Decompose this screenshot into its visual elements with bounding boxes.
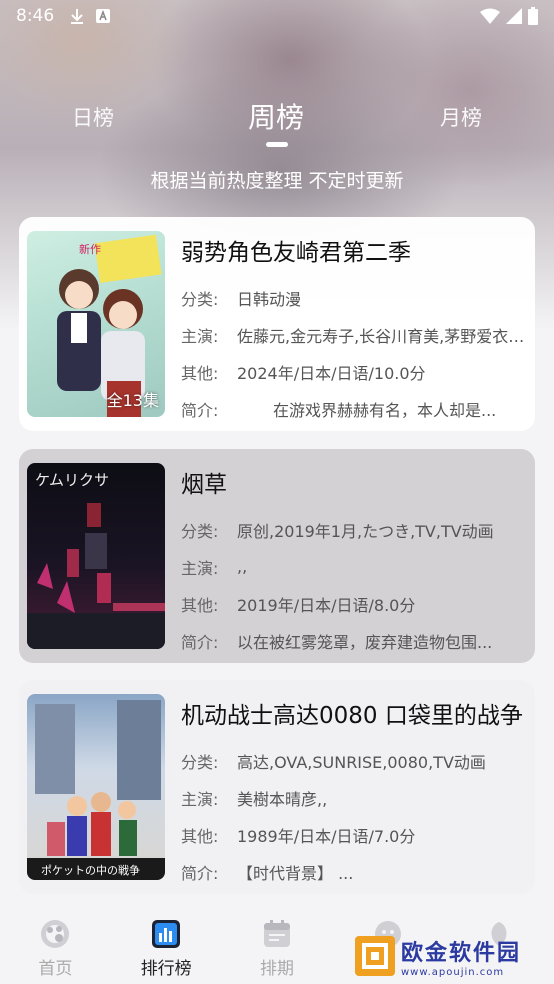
calendar-icon (263, 920, 290, 947)
category-label: 分类: (181, 752, 219, 772)
poster-art: ケムリクサ (27, 471, 165, 649)
ranking-subtitle: 根据当前热度整理 不定时更新 (150, 170, 404, 192)
nav-schedule[interactable]: 排期 (222, 906, 333, 984)
cast-value: ,, (237, 557, 248, 576)
tab-weekly[interactable]: 周榜 (248, 96, 304, 136)
list-item[interactable]: ポケットの中の戦争 机动战士高达0080 口袋里的战争 分类: 高达,OVA,SU… (19, 680, 535, 894)
battery-icon (528, 7, 538, 25)
intro-value: 【时代背景】 ... (237, 863, 354, 883)
nav-home[interactable]: 首页 (0, 906, 111, 984)
nav-schedule-label: 排期 (259, 959, 294, 979)
watermark-logo-icon (355, 936, 395, 976)
other-label: 其他: (181, 363, 219, 383)
intro-label: 简介: (181, 400, 219, 420)
watermark-title: 欧金软件园 (401, 940, 522, 966)
cast-label: 主演: (181, 558, 219, 578)
item-title: 机动战士高达0080 口袋里的战争 (181, 703, 523, 729)
signal-icon (506, 8, 522, 24)
active-tab-indicator (266, 142, 288, 147)
category-value: 日韩动漫 (237, 289, 302, 309)
nav-home-label: 首页 (38, 959, 73, 979)
category-value: 高达,OVA,SUNRISE,0080,TV动画 (237, 752, 486, 772)
watermark-url: www.apoujin.com (401, 966, 505, 978)
other-value: 1989年/日本/日语/7.0分 (237, 826, 416, 846)
cast-label: 主演: (181, 326, 219, 346)
status-time: 8:46 (16, 6, 55, 26)
ranking-tabs: 日榜 周榜 月榜 (0, 92, 554, 152)
tab-daily[interactable]: 日榜 (72, 102, 114, 132)
nav-ranking-label: 排行榜 (140, 959, 192, 979)
other-value: 2019年/日本/日语/8.0分 (237, 595, 416, 615)
poster-image: ケムリクサ (27, 463, 165, 649)
svg-text:新作: 新作 (79, 242, 101, 256)
other-label: 其他: (181, 595, 219, 615)
tab-monthly[interactable]: 月榜 (440, 102, 482, 132)
category-label: 分类: (181, 289, 219, 309)
list-item[interactable]: 新作 全13集 弱势角色友崎君第二季 分类: 日韩动漫 主演: 佐藤元,金元寿子,长… (19, 217, 535, 431)
other-value: 2024年/日本/日语/10.0分 (237, 363, 426, 383)
intro-label: 简介: (181, 632, 219, 652)
status-bar: 8:46 (0, 0, 554, 32)
app-notification-icon (96, 9, 111, 23)
episode-count: 全13集 (106, 391, 159, 410)
poster-art: ポケットの中の戦争 (27, 700, 165, 880)
nav-ranking[interactable]: 排行榜 (111, 906, 222, 984)
item-title: 弱势角色友崎君第二季 (181, 240, 411, 266)
cast-label: 主演: (181, 789, 219, 809)
category-label: 分类: (181, 521, 219, 541)
intro-value: 以在被红雾笼罩，废弃建造物包围... (237, 632, 493, 652)
wifi-icon (480, 8, 500, 24)
svg-text:ポケットの中の戦争: ポケットの中の戦争 (41, 863, 140, 877)
palette-icon (41, 920, 70, 948)
item-title: 烟草 (181, 472, 227, 498)
other-label: 其他: (181, 826, 219, 846)
cast-value: 美樹本晴彦,, (237, 789, 328, 809)
watermark: 欧金软件园 www.apoujin.com (355, 936, 547, 978)
poster-title-text: ケムリクサ (35, 471, 109, 489)
list-item[interactable]: ケムリクサ 烟草 分类: 原创,2019年1月,たつき,TV,TV动画 主演:,,… (19, 449, 535, 663)
poster-image: 新作 全13集 (27, 231, 165, 417)
download-icon (71, 9, 84, 24)
poster-image: ポケットの中の戦争 (27, 694, 165, 880)
cast-value: 佐藤元,金元寿子,长谷川育美,茅野爱衣,... (237, 326, 527, 346)
chart-icon (152, 920, 181, 948)
intro-label: 简介: (181, 863, 219, 883)
category-value: 原创,2019年1月,たつき,TV,TV动画 (237, 521, 494, 541)
intro-value: 在游戏界赫赫有名，本人却是... (273, 400, 497, 420)
